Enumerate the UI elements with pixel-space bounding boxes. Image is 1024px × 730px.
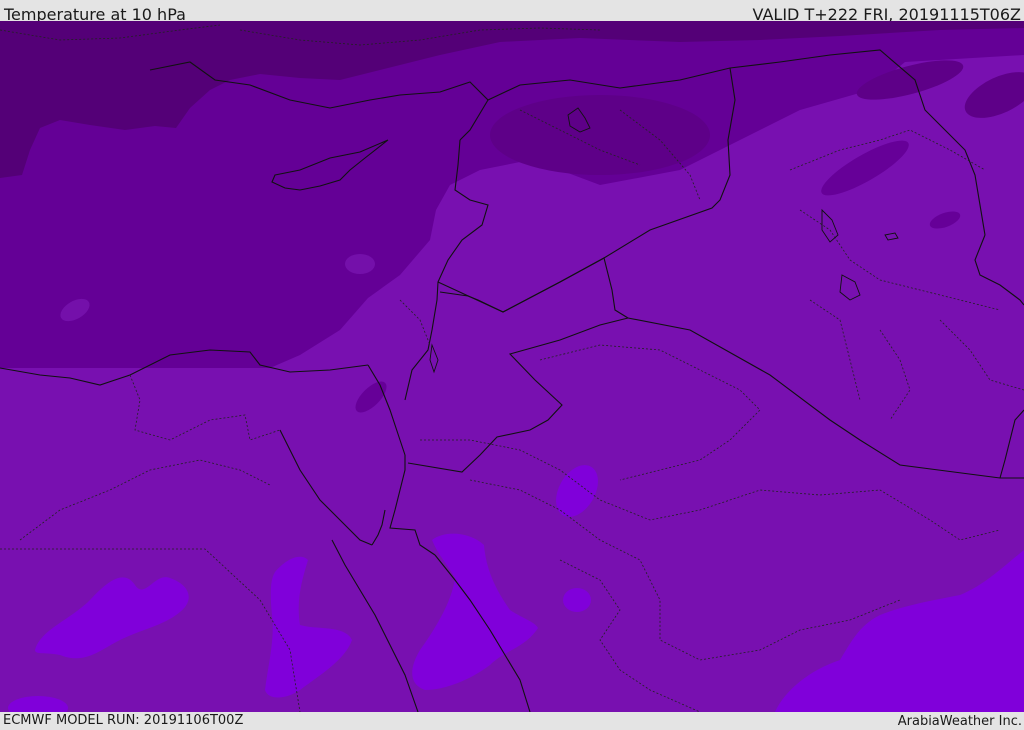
map-footer: ECMWF MODEL RUN: 20191106T00Z ArabiaWeat… bbox=[0, 712, 1024, 729]
model-run-label: ECMWF MODEL RUN: 20191106T00Z bbox=[3, 713, 244, 728]
cold-patch bbox=[490, 95, 710, 175]
credit-label: ArabiaWeather Inc. bbox=[897, 714, 1022, 729]
map-header: Temperature at 10 hPa VALID T+222 FRI, 2… bbox=[0, 0, 1024, 24]
warm-patch bbox=[563, 588, 591, 612]
warm-patch bbox=[345, 254, 375, 274]
temperature-map bbox=[0, 21, 1024, 712]
